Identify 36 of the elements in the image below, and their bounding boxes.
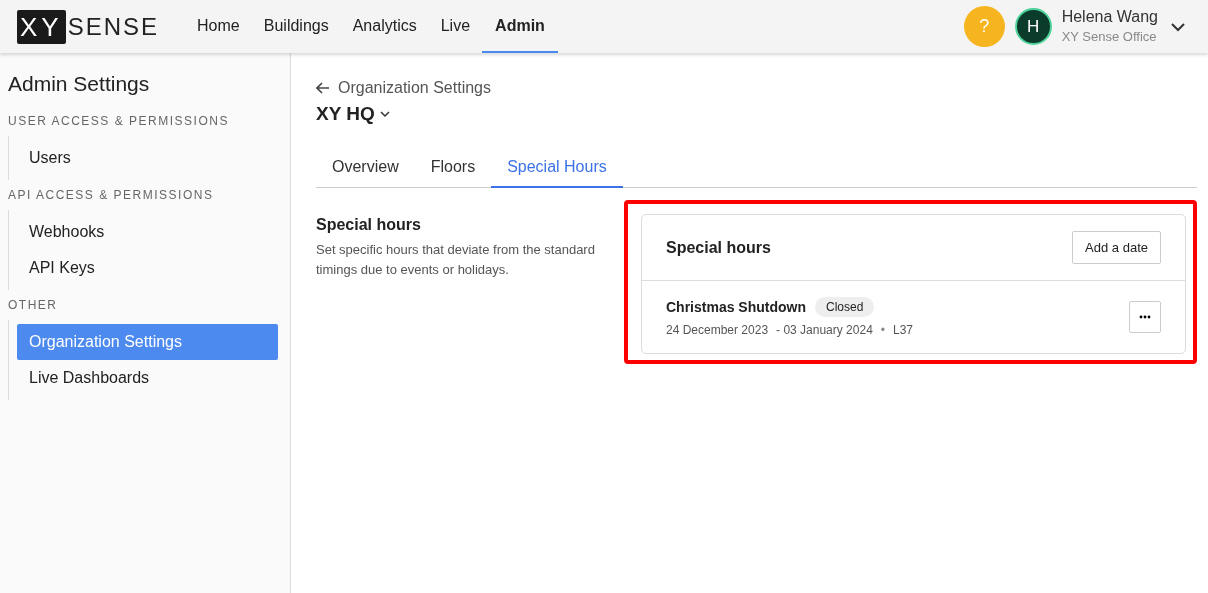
separator-dot: • [880,323,885,337]
back-arrow-icon[interactable] [316,82,330,94]
tab[interactable]: Special Hours [491,149,623,188]
nav-link[interactable]: Buildings [251,0,341,53]
section-description: Set specific hours that deviate from the standard timings due to events or holidays. [316,241,596,279]
nav-link[interactable]: Analytics [340,0,429,53]
chevron-down-icon[interactable] [379,110,390,118]
logo[interactable]: XY SENSE [17,9,160,44]
tab[interactable]: Floors [414,149,492,188]
status-tag: Closed [815,297,875,317]
sidebar-title: Admin Settings [8,72,151,96]
user-name: Helena Wang [1061,6,1158,27]
sidebar-item[interactable]: Users [17,140,278,176]
entry-name: Christmas Shutdown [666,299,806,315]
chevron-down-icon[interactable] [1170,21,1186,32]
back-link[interactable]: Organization Settings [316,79,491,97]
nav-link[interactable]: Admin [482,0,558,53]
group-heading: API ACCESS & PERMISSIONS [8,188,215,202]
sidebar-item[interactable]: Live Dashboards [17,360,278,396]
floor-label: L37 [893,323,914,337]
tab[interactable]: Overview [316,149,415,188]
end-date: - 03 January 2024 [776,323,873,337]
building-name: XY HQ [316,103,375,125]
start-date: 24 December 2023 [666,323,769,337]
add-date-button[interactable]: Add a date [1072,231,1161,264]
card-title: Special hours [666,238,771,257]
section-title: Special hours [316,216,422,234]
more-icon [1139,315,1151,319]
sidebar-item[interactable]: Webhooks [17,214,278,250]
nav-link[interactable]: Home [185,0,252,53]
group-heading: OTHER [8,298,59,312]
user-avatar[interactable]: H [1014,8,1052,45]
user-organization: XY Sense Office [1061,27,1158,46]
nav-link[interactable]: Live [428,0,483,53]
sidebar-item[interactable]: API Keys [17,250,278,286]
group-heading: USER ACCESS & PERMISSIONS [8,114,230,128]
